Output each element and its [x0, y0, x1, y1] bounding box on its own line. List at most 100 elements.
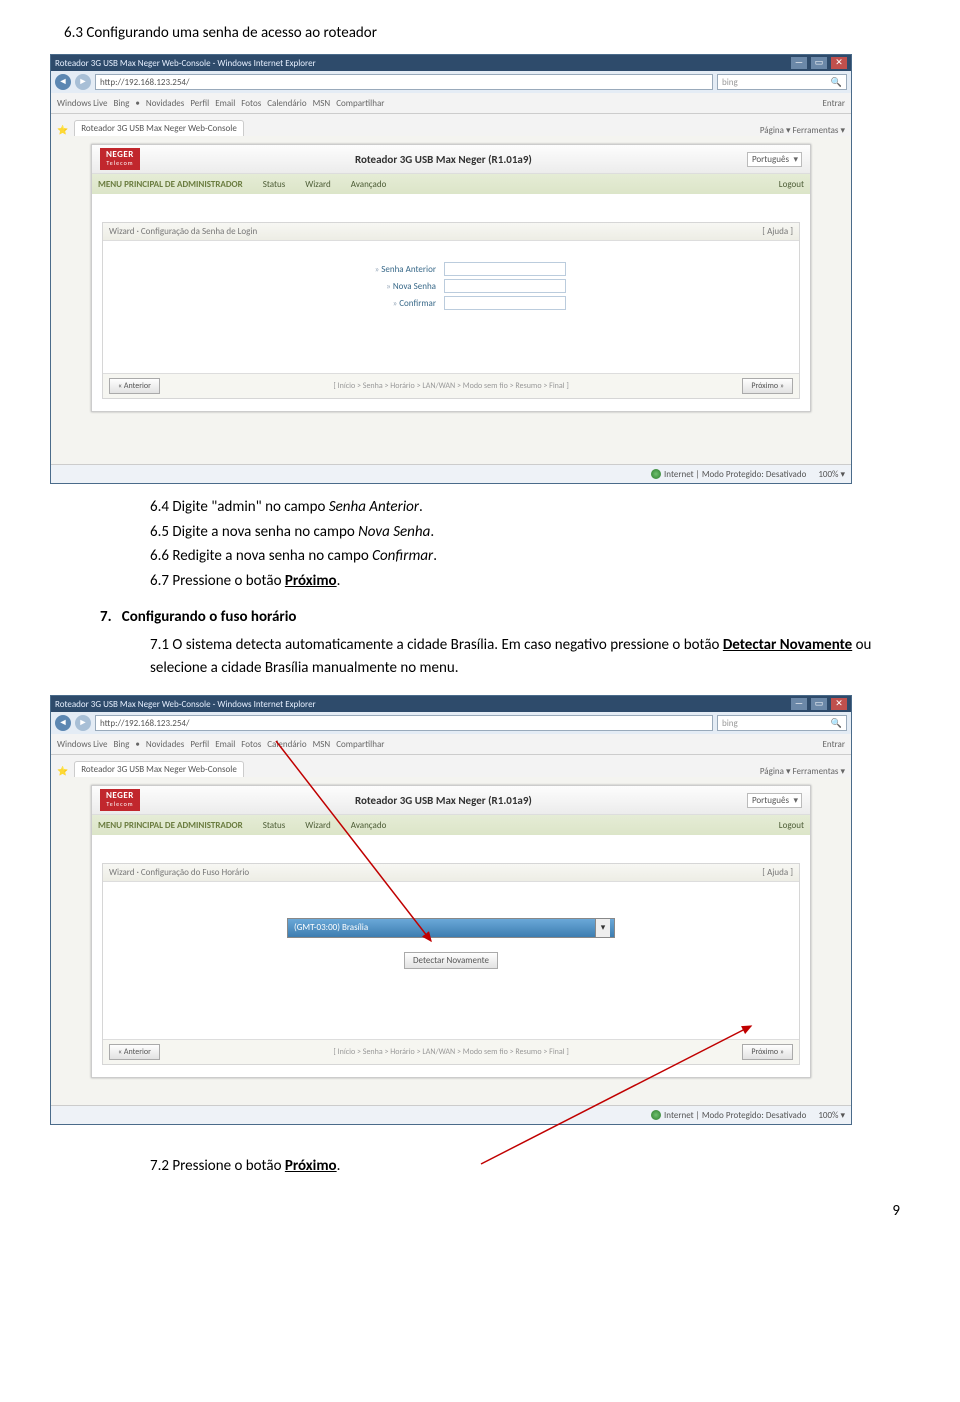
nav-logout[interactable]: Logout	[779, 820, 804, 831]
panel-title: Wizard · Configuração da Senha de Login	[109, 226, 257, 237]
tb-item[interactable]: Compartilhar	[336, 98, 384, 109]
wizard-crumbs: [ Início > Senha > Horário > LAN/WAN > M…	[166, 381, 736, 391]
nav-status[interactable]: Status	[263, 820, 286, 831]
tb-item[interactable]: Email	[215, 739, 235, 750]
tb-item[interactable]: Compartilhar	[336, 739, 384, 750]
tb-item[interactable]: Novidades	[146, 739, 184, 750]
close-icon[interactable]: ✕	[831, 57, 847, 69]
prev-button[interactable]: « Anterior	[109, 1044, 160, 1060]
detect-again-button[interactable]: Detectar Novamente	[404, 952, 498, 969]
back-icon[interactable]: ◄	[55, 715, 71, 731]
confirm-password-input[interactable]	[444, 296, 566, 310]
old-password-input[interactable]	[444, 262, 566, 276]
router-nav: MENU PRINCIPAL DE ADMINISTRADOR Status W…	[92, 174, 810, 194]
router-body: Wizard · Configuração da Senha de Login …	[92, 194, 810, 411]
nav-admin[interactable]: MENU PRINCIPAL DE ADMINISTRADOR	[98, 179, 243, 190]
content-area: NEGERTelecom Roteador 3G USB Max Neger (…	[51, 777, 851, 1105]
password-panel: Wizard · Configuração da Senha de Login …	[102, 222, 800, 399]
search-box[interactable]: bing 🔍	[717, 74, 847, 90]
search-icon[interactable]: 🔍	[831, 77, 842, 88]
help-link[interactable]: [ Ajuda ]	[762, 226, 793, 237]
router-header: NEGERTelecom Roteador 3G USB Max Neger (…	[92, 786, 810, 815]
timezone-select[interactable]: (GMT-03:00) Brasília	[287, 918, 615, 938]
field-senha-anterior: Senha Anterior	[329, 498, 419, 516]
content-area: NEGERTelecom Roteador 3G USB Max Neger (…	[51, 136, 851, 464]
search-placeholder: bing	[722, 718, 738, 729]
entrar-link[interactable]: Entrar	[823, 739, 845, 750]
section-6-3-title: 6.3 Configurando uma senha de acesso ao …	[64, 24, 896, 42]
search-icon[interactable]: 🔍	[831, 718, 842, 729]
nav-status[interactable]: Status	[263, 179, 286, 190]
tb-item[interactable]: Perfil	[190, 98, 209, 109]
browser-tab[interactable]: Roteador 3G USB Max Neger Web-Console	[74, 120, 244, 136]
prev-button[interactable]: « Anterior	[109, 378, 160, 394]
forward-icon[interactable]: ►	[75, 74, 91, 90]
tb-item[interactable]: MSN	[313, 98, 331, 109]
zoom-control[interactable]: 100% ▾	[818, 1110, 845, 1121]
panel-head: Wizard · Configuração da Senha de Login …	[103, 223, 799, 241]
url-text: http://192.168.123.254/	[100, 718, 189, 729]
tb-item[interactable]: Calendário	[267, 98, 306, 109]
wizard-crumbs: [ Início > Senha > Horário > LAN/WAN > M…	[166, 1047, 736, 1057]
maximize-icon[interactable]: ▭	[811, 57, 827, 69]
next-button[interactable]: Próximo »	[742, 378, 793, 394]
next-button-2[interactable]: Próximo »	[742, 1044, 793, 1060]
nav-logout[interactable]: Logout	[779, 179, 804, 190]
favorites-icon[interactable]: ⭐	[57, 125, 68, 136]
ie-status-bar: Internet | Modo Protegido: Desativado 10…	[51, 464, 851, 483]
tb-item[interactable]: Fotos	[241, 98, 261, 109]
router-console: NEGERTelecom Roteador 3G USB Max Neger (…	[91, 144, 811, 412]
forward-icon[interactable]: ►	[75, 715, 91, 731]
nav-advanced[interactable]: Avançado	[351, 820, 387, 831]
screenshot-2: Roteador 3G USB Max Neger Web-Console - …	[50, 695, 852, 1125]
favorites-icon[interactable]: ⭐	[57, 766, 68, 777]
close-icon[interactable]: ✕	[831, 698, 847, 710]
panel-title: Wizard · Configuração do Fuso Horário	[109, 867, 249, 878]
minimize-icon[interactable]: —	[791, 57, 807, 69]
nav-wizard[interactable]: Wizard	[305, 820, 331, 831]
help-link[interactable]: [ Ajuda ]	[762, 867, 793, 878]
url-text: http://192.168.123.254/	[100, 77, 189, 88]
globe-icon	[651, 469, 661, 479]
language-select[interactable]: Português	[747, 152, 802, 167]
nav-advanced[interactable]: Avançado	[351, 179, 387, 190]
page-tools[interactable]: Página ▾ Ferramentas ▾	[760, 766, 845, 777]
confirm-password-label: Confirmar	[336, 298, 436, 309]
window-title: Roteador 3G USB Max Neger Web-Console - …	[55, 58, 316, 69]
instruction-7-2: 7.2 Pressione o botão Próximo.	[150, 1155, 900, 1178]
entrar-link[interactable]: Entrar	[823, 98, 845, 109]
nav-admin[interactable]: MENU PRINCIPAL DE ADMINISTRADOR	[98, 820, 243, 831]
search-box[interactable]: bing 🔍	[717, 715, 847, 731]
router-header: NEGERTelecom Roteador 3G USB Max Neger (…	[92, 145, 810, 174]
btn-proximo-ref: Próximo	[285, 572, 337, 590]
tb-item[interactable]: MSN	[313, 739, 331, 750]
maximize-icon[interactable]: ▭	[811, 698, 827, 710]
search-placeholder: bing	[722, 77, 738, 88]
window-titlebar: Roteador 3G USB Max Neger Web-Console - …	[51, 696, 851, 712]
tb-item[interactable]: Email	[215, 98, 235, 109]
language-select[interactable]: Português	[747, 793, 802, 808]
url-field[interactable]: http://192.168.123.254/	[95, 74, 713, 90]
router-body: Wizard · Configuração do Fuso Horário [ …	[92, 835, 810, 1077]
status-text: Internet | Modo Protegido: Desativado	[664, 469, 806, 480]
ie-tab-bar: ⭐ Roteador 3G USB Max Neger Web-Console …	[51, 755, 851, 777]
tb-item[interactable]: Calendário	[267, 739, 306, 750]
tb-item[interactable]: Perfil	[190, 739, 209, 750]
field-confirmar: Confirmar	[372, 547, 433, 565]
browser-tab[interactable]: Roteador 3G USB Max Neger Web-Console	[74, 761, 244, 777]
live-logo: Windows Live	[57, 739, 107, 750]
minimize-icon[interactable]: —	[791, 698, 807, 710]
bing-label: Bing	[113, 739, 129, 750]
nav-wizard[interactable]: Wizard	[305, 179, 331, 190]
window-buttons: — ▭ ✕	[789, 57, 847, 69]
tb-item[interactable]: Fotos	[241, 739, 261, 750]
ie-status-bar: Internet | Modo Protegido: Desativado 10…	[51, 1105, 851, 1124]
back-icon[interactable]: ◄	[55, 74, 71, 90]
live-toolbar: Windows Live Bing • Novidades Perfil Ema…	[51, 734, 851, 755]
url-field[interactable]: http://192.168.123.254/	[95, 715, 713, 731]
new-password-input[interactable]	[444, 279, 566, 293]
tb-item[interactable]: Novidades	[146, 98, 184, 109]
zoom-control[interactable]: 100% ▾	[818, 469, 845, 480]
page-number: 9	[60, 1202, 900, 1220]
page-tools[interactable]: Página ▾ Ferramentas ▾	[760, 125, 845, 136]
